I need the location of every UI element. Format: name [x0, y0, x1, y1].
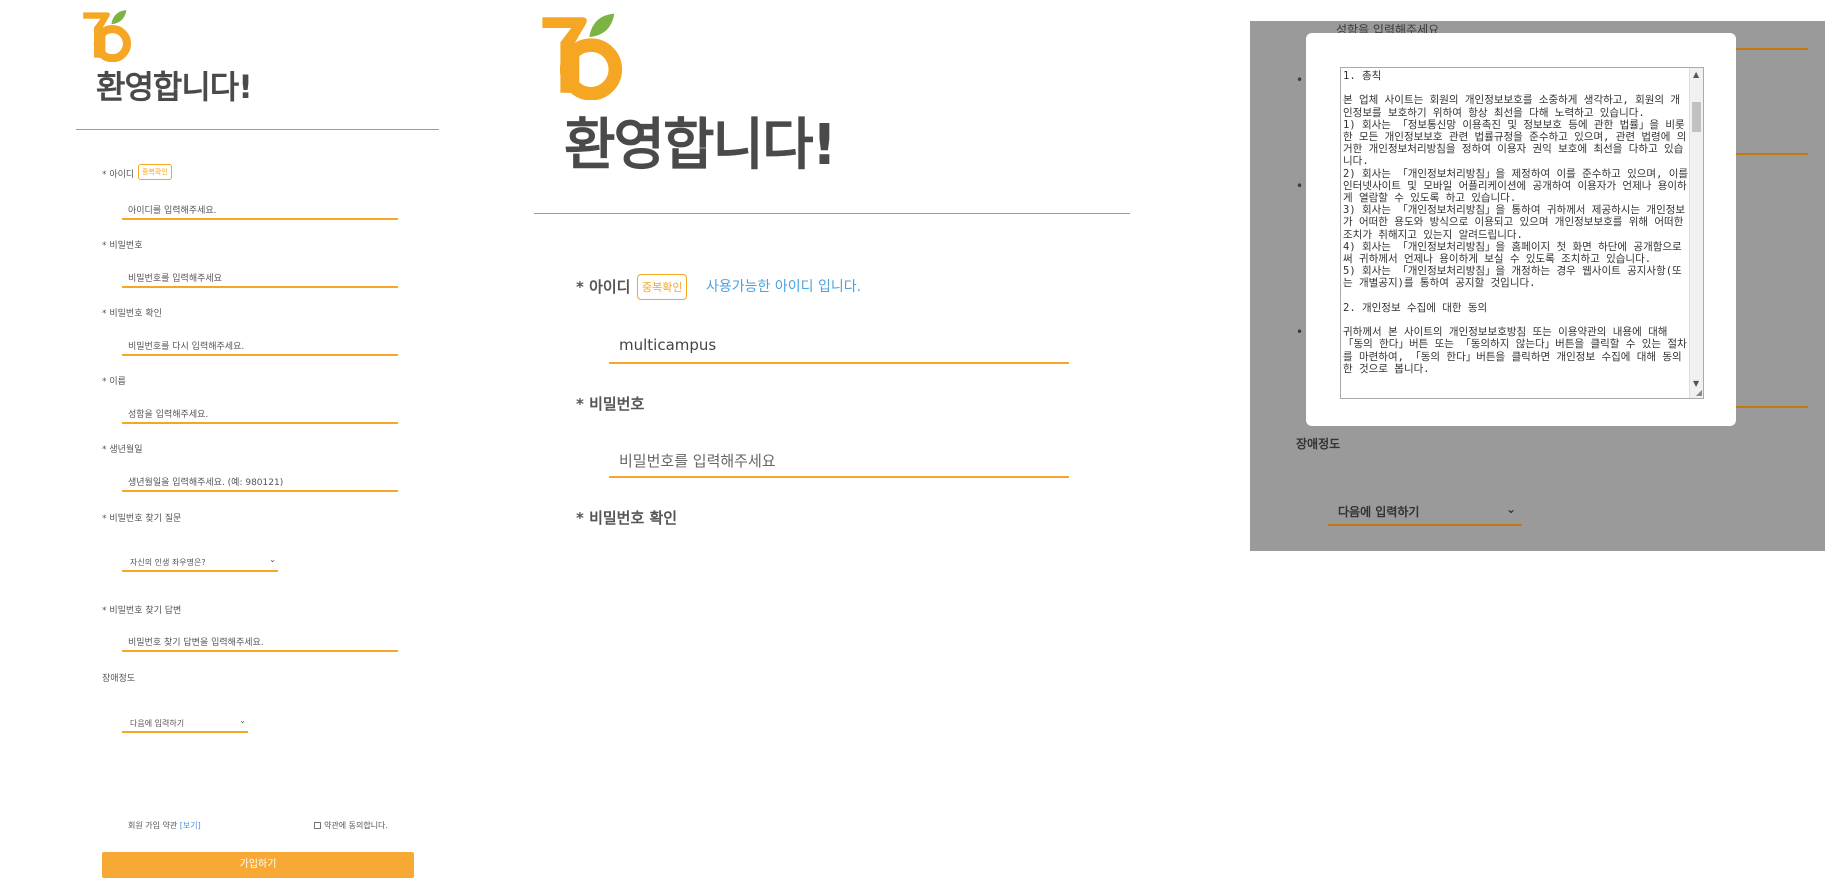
bg-bullet: • [1296, 73, 1304, 87]
security-question-value: 자신의 인생 좌우명은? [130, 558, 206, 567]
password-confirm-input[interactable]: 비밀번호를 다시 입력해주세요. [122, 336, 398, 356]
scroll-up-icon[interactable]: ▲ [1693, 70, 1699, 79]
agree-checkbox[interactable] [314, 822, 321, 829]
chevron-down-icon: ⌄ [269, 555, 276, 564]
agree-label: 약관에 동의합니다. [324, 821, 388, 830]
disability-select[interactable]: 다음에 입력하기 ⌄ [1328, 496, 1522, 526]
security-question-select[interactable]: 자신의 인생 좌우명은? ⌄ [122, 552, 278, 572]
chevron-down-icon: ⌄ [239, 716, 246, 725]
id-label: * 아이디 [102, 170, 135, 180]
security-answer-input[interactable]: 비밀번호 찾기 답변을 입력해주세요. [122, 632, 398, 652]
duplicate-check-button[interactable]: 중복확인 [637, 274, 688, 300]
terms-modal-view: 성함을 입력해주세요 • • • 장애정도 다음에 입력하기 ⌄ 1. 총칙 본… [1250, 21, 1825, 551]
name-label: * 이름 [102, 377, 126, 387]
security-answer-label: * 비밀번호 찾기 답변 [102, 606, 182, 616]
password-label: * 비밀번호 [576, 395, 645, 413]
divider [76, 129, 439, 130]
signup-form-zoomed: 환영합니다! * 아이디 중복확인 사용가능한 아이디 입니다. multica… [534, 0, 1134, 893]
duplicate-check-button[interactable]: 중복확인 [138, 164, 172, 180]
terms-label: 회원 가입 약관 [128, 821, 178, 830]
password-confirm-label: * 비밀번호 확인 [576, 509, 678, 527]
disability-value: 다음에 입력하기 [1338, 505, 1420, 519]
id-input[interactable]: multicampus [609, 330, 1069, 364]
disability-value: 다음에 입력하기 [130, 719, 185, 728]
terms-row: 회원 가입 약관 [보기] [128, 820, 201, 831]
name-input[interactable]: 성함을 입력해주세요. [122, 404, 398, 424]
terms-view-link[interactable]: [보기] [180, 821, 201, 830]
password-label: * 비밀번호 [102, 241, 143, 251]
password-input[interactable]: 비밀번호를 입력해주세요 [609, 444, 1069, 478]
bg-bullet: • [1296, 179, 1304, 193]
disability-select[interactable]: 다음에 입력하기 ⌄ [122, 713, 248, 733]
welcome-title: 환영합니다! [564, 113, 837, 178]
scroll-thumb[interactable] [1692, 102, 1701, 132]
terms-scrollbar[interactable]: ▲ ▼ [1689, 68, 1703, 398]
terms-modal: 1. 총칙 본 업체 사이트는 회원의 개인정보보호를 소중하게 생각하고, 회… [1306, 33, 1736, 426]
password-confirm-label: * 비밀번호 확인 [102, 309, 162, 319]
bg-bullet: • [1296, 325, 1304, 339]
terms-textarea[interactable]: 1. 총칙 본 업체 사이트는 회원의 개인정보보호를 소중하게 생각하고, 회… [1340, 67, 1704, 399]
password-input[interactable]: 비밀번호를 입력해주세요 [122, 268, 398, 288]
resize-grip-icon[interactable]: ◢ [1696, 388, 1702, 397]
disability-label: 장애정도 [102, 674, 136, 684]
birthdate-label: * 생년월일 [102, 445, 143, 455]
id-available-message: 사용가능한 아이디 입니다. [706, 279, 862, 295]
welcome-title: 환영합니다! [96, 68, 253, 106]
join-button[interactable]: 가입하기 [102, 852, 414, 878]
disability-label: 장애정도 [1296, 437, 1341, 451]
agree-checkbox-row[interactable]: 약관에 동의합니다. [314, 820, 388, 831]
scroll-down-icon[interactable]: ▼ [1693, 379, 1699, 388]
id-input[interactable]: 아이디를 입력해주세요. [122, 200, 398, 220]
terms-content: 1. 총칙 본 업체 사이트는 회원의 개인정보보호를 소중하게 생각하고, 회… [1343, 70, 1689, 375]
orange-leaf-logo-icon [78, 8, 136, 62]
divider [534, 213, 1130, 214]
birthdate-input[interactable]: 생년월일을 입력해주세요. (예: 980121) [122, 472, 398, 492]
signup-form-full: 환영합니다! * 아이디 중복확인 아이디를 입력해주세요. * 비밀번호 비밀… [0, 0, 460, 893]
chevron-down-icon: ⌄ [1505, 502, 1516, 516]
id-label: * 아이디 [576, 278, 631, 296]
security-question-label: * 비밀번호 찾기 질문 [102, 514, 182, 524]
orange-leaf-logo-icon [536, 10, 628, 100]
